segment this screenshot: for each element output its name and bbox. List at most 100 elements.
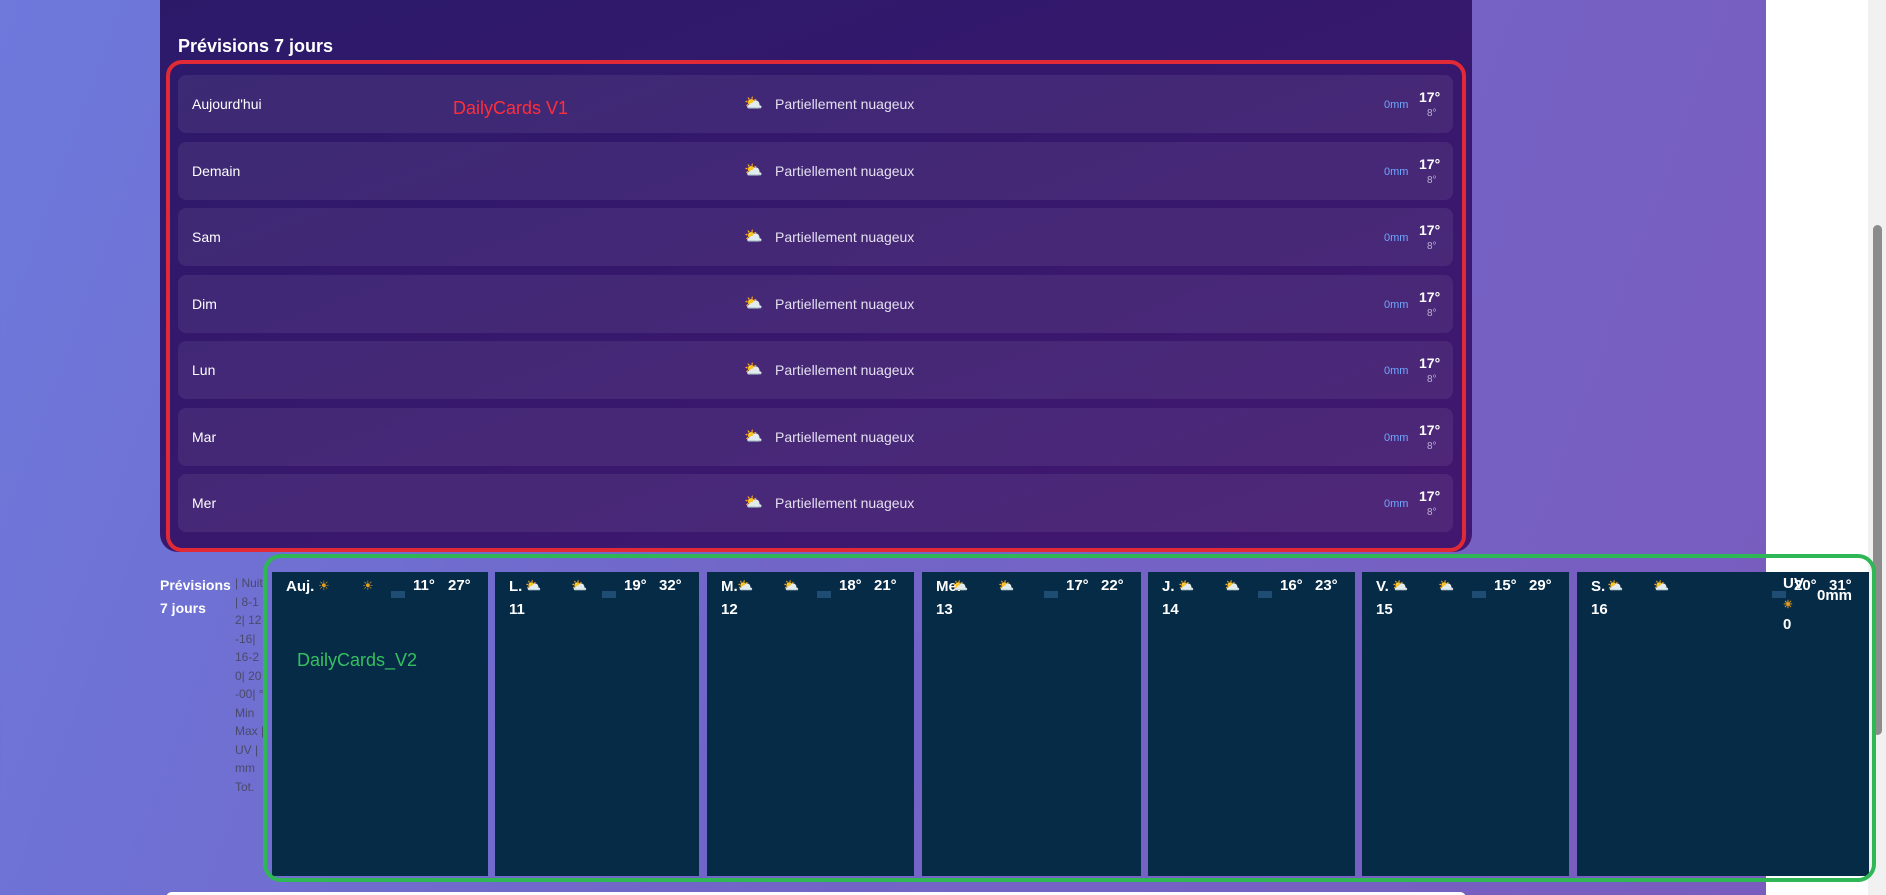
v2-trailing-summary: UV ☀ 0 0mm: [1783, 574, 1873, 635]
cloud-sun-icon: ⛅: [998, 578, 1015, 593]
temp-min: 19°: [624, 577, 647, 594]
sun-behind-cloud-icon: ⛅: [744, 95, 763, 112]
temp-range-bar: [602, 591, 616, 598]
day-date: 16: [1591, 601, 1608, 618]
cloud-sun-icon: ⛅: [571, 578, 588, 593]
temp-max: 29°: [1529, 577, 1552, 594]
temp-max: 17°: [1419, 156, 1441, 172]
temp-range-bar: [1258, 591, 1272, 598]
daily-card[interactable]: Auj. ☀ ☀ 11° 27°: [272, 572, 488, 876]
sun-behind-cloud-icon: ⛅: [744, 162, 763, 179]
temp-max: 22°: [1101, 577, 1124, 594]
day-label: Demain: [192, 163, 241, 179]
daily-row[interactable]: Demain ⛅ Partiellement nuageux 0mm 17° 8°: [178, 142, 1453, 200]
day-label: M. 12: [721, 575, 738, 621]
daily-row[interactable]: Lun ⛅ Partiellement nuageux 0mm 17° 8°: [178, 341, 1453, 399]
daily-row[interactable]: Dim ⛅ Partiellement nuageux 0mm 17° 8°: [178, 275, 1453, 333]
sun-behind-cloud-icon: ⛅: [744, 361, 763, 378]
sun-behind-cloud-icon: ⛅: [744, 228, 763, 245]
day-abbrev: Auj.: [286, 578, 315, 595]
temp-range-bar: [817, 591, 831, 598]
sun-behind-cloud-icon: ⛅: [744, 428, 763, 445]
day-label: Auj.: [286, 575, 314, 598]
day-label: Mer: [192, 495, 217, 511]
temp-min: 17°: [1066, 577, 1089, 594]
cloud-sun-icon: ⛅: [1178, 578, 1195, 593]
cloud-sun-icon: ⛅: [1607, 578, 1624, 593]
day-abbrev: M.: [721, 578, 738, 595]
cloud-sun-icon: ⛅: [1438, 578, 1455, 593]
daily-card[interactable]: M. 12 ⛅ ⛅ 18° 21°: [707, 572, 914, 876]
day-date: 15: [1376, 601, 1393, 618]
rain-amount: 0mm: [1384, 299, 1409, 311]
v2-column-legend: | Nuit| 8-12| 12-16| 16-20| 20-00| °Min …: [235, 576, 265, 794]
sun-icon: ☀: [362, 578, 374, 593]
temp-range-bar: [1472, 591, 1486, 598]
temp-max: 17°: [1419, 355, 1441, 371]
temp-max: 32°: [659, 577, 682, 594]
day-date: 12: [721, 601, 738, 618]
temp-range-bar: [391, 591, 405, 598]
v2-annotation-label: DailyCards_V2: [297, 650, 418, 670]
cloud-sun-icon: ⛅: [1392, 578, 1409, 593]
rain-amount: 0mm: [1384, 99, 1409, 111]
rain-total: 0mm: [1817, 587, 1853, 604]
temp-max: 17°: [1419, 289, 1441, 305]
daily-card[interactable]: L. 11 ⛅ ⛅ 19° 32°: [495, 572, 699, 876]
day-label: L. 11: [509, 575, 525, 621]
temp-min: 8°: [1427, 308, 1437, 319]
daily-row[interactable]: Mar ⛅ Partiellement nuageux 0mm 17° 8°: [178, 408, 1453, 466]
rain-amount: 0mm: [1384, 432, 1409, 444]
temp-max: 21°: [874, 577, 897, 594]
daily-card[interactable]: V. 15 ⛅ ⛅ 15° 29°: [1362, 572, 1569, 876]
forecast-title-v2: Prévisions 7 jours: [160, 577, 231, 616]
temp-min: 8°: [1427, 108, 1437, 119]
condition-text: Partiellement nuageux: [775, 495, 915, 511]
temp-min: 8°: [1427, 241, 1437, 252]
day-label: S. 16: [1591, 575, 1608, 621]
temp-max: 17°: [1419, 89, 1441, 105]
condition-text: Partiellement nuageux: [775, 296, 915, 312]
day-date: 11: [509, 601, 525, 618]
temp-min: 8°: [1427, 175, 1437, 186]
temp-min: 18°: [839, 577, 862, 594]
daily-row[interactable]: Aujourd'hui ⛅ Partiellement nuageux 0mm 17° 8…: [178, 75, 1453, 133]
temp-min: 15°: [1494, 577, 1517, 594]
rain-amount: 0mm: [1384, 365, 1409, 377]
condition-text: Partiellement nuageux: [775, 96, 915, 112]
condition-text: Partiellement nuageux: [775, 229, 915, 245]
daily-card[interactable]: J. 14 ⛅ ⛅ 16° 23°: [1148, 572, 1355, 876]
day-label: Mar: [192, 429, 217, 445]
rain-amount: 0mm: [1384, 498, 1409, 510]
day-label: Dim: [192, 296, 217, 312]
daily-card[interactable]: Me. 13 ⛅ ⛅ 17° 22°: [922, 572, 1141, 876]
day-abbrev: S.: [1591, 578, 1606, 595]
cloud-sun-icon: ⛅: [1224, 578, 1241, 593]
v1-annotation-label: DailyCards V1: [453, 98, 569, 118]
day-label: Sam: [192, 229, 221, 245]
uv-value: 0: [1783, 616, 1792, 633]
cloud-sun-icon: ⛅: [783, 578, 800, 593]
cloud-sun-icon: ⛅: [525, 578, 542, 593]
temp-min: 11°: [413, 577, 435, 594]
day-abbrev: L.: [509, 578, 523, 595]
condition-text: Partiellement nuageux: [775, 163, 915, 179]
day-label: Lun: [192, 362, 216, 378]
day-abbrev: V.: [1376, 578, 1389, 595]
day-date: 14: [1162, 601, 1179, 618]
cloud-sun-icon: ⛅: [952, 578, 969, 593]
sun-icon: ☀: [1783, 599, 1793, 611]
temp-range-bar: [1044, 591, 1058, 598]
temp-max: 17°: [1419, 422, 1441, 438]
daily-row[interactable]: Sam ⛅ Partiellement nuageux 0mm 17° 8°: [178, 208, 1453, 266]
cloud-sun-icon: ⛅: [737, 578, 754, 593]
temp-min: 8°: [1427, 507, 1437, 518]
daily-row[interactable]: Mer ⛅ Partiellement nuageux 0mm 17° 8°: [178, 474, 1453, 532]
day-abbrev: J.: [1162, 578, 1175, 595]
day-label: J. 14: [1162, 575, 1179, 621]
condition-text: Partiellement nuageux: [775, 429, 915, 445]
temp-max: 27°: [448, 577, 471, 594]
scrollbar-thumb[interactable]: [1873, 225, 1882, 735]
rain-amount: 0mm: [1384, 166, 1409, 178]
sun-behind-cloud-icon: ⛅: [744, 295, 763, 312]
